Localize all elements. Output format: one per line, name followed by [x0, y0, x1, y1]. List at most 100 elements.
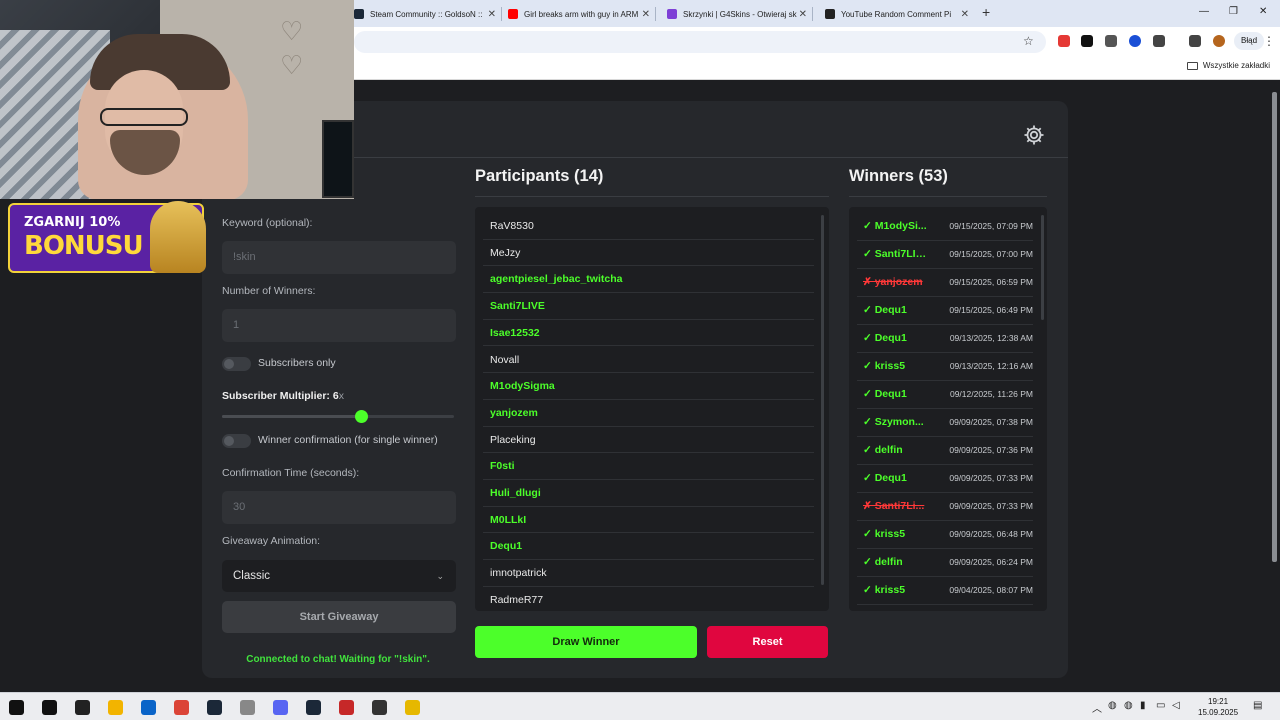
extension-icon[interactable]: [1081, 35, 1093, 47]
tab-separator: [655, 7, 656, 21]
taskbar-app-icon[interactable]: [405, 700, 420, 715]
participants-title: Participants (14): [475, 167, 604, 185]
tray-chevron-icon[interactable]: ︿: [1092, 700, 1102, 715]
webcam-monitor: [322, 120, 354, 198]
keyword-label: Keyword (optional):: [222, 217, 313, 229]
winners-title: Winners (53): [849, 167, 948, 185]
participants-divider: [475, 196, 829, 197]
winner-row: ✗ yanjozem 09/15/2025, 06:59 PM: [857, 269, 1033, 297]
steam-favicon-icon: [354, 9, 364, 19]
folder-icon: [1186, 61, 1198, 70]
winner-row: ✓ Dequ1 09/13/2025, 12:38 AM: [857, 325, 1033, 353]
notifications-icon[interactable]: ▤: [1253, 700, 1262, 711]
shield-extension-icon[interactable]: [1129, 35, 1141, 47]
taskbar-app-icon[interactable]: [174, 700, 189, 715]
confirmation-time-label: Confirmation Time (seconds):: [222, 467, 360, 479]
volume-icon[interactable]: ◁: [1172, 700, 1180, 711]
tray-app-icon[interactable]: ◍: [1124, 700, 1133, 711]
subscriber-multiplier-label: Subscriber Multiplier: 6x: [222, 390, 344, 402]
winner-timestamp: 09/15/2025, 07:00 PM: [949, 249, 1033, 259]
winner-row: ✓ M1odySi... 09/15/2025, 07:09 PM: [857, 213, 1033, 241]
reset-button[interactable]: Reset: [707, 626, 828, 658]
draw-winner-button[interactable]: Draw Winner: [475, 626, 697, 658]
slider-handle[interactable]: [355, 410, 369, 423]
microphone-icon[interactable]: ▮: [1140, 700, 1146, 711]
clock-time: 19:21: [1208, 697, 1229, 706]
winner-name: ✓ kriss5: [863, 528, 906, 540]
winners-list: ✓ M1odySi... 09/15/2025, 07:09 PM ✓ Santi7…: [849, 207, 1047, 611]
close-tab-icon[interactable]: ✕: [961, 9, 969, 20]
heart-decor-icon: ♡ ♡: [280, 16, 304, 80]
windows-start-icon[interactable]: [9, 700, 24, 715]
network-icon[interactable]: ▭: [1156, 700, 1165, 711]
profile-avatar-icon[interactable]: [1213, 35, 1225, 47]
comment-picker-favicon-icon: [825, 9, 835, 19]
close-tab-icon[interactable]: ✕: [799, 9, 807, 20]
close-tab-icon[interactable]: ✕: [488, 9, 496, 20]
page-scrollbar[interactable]: [1272, 92, 1277, 562]
browser-menu-icon[interactable]: ⋮: [1263, 34, 1275, 48]
winner-row: ✗ Santi7Li... 09/09/2025, 07:33 PM: [857, 493, 1033, 521]
keyword-input[interactable]: !skin: [222, 241, 456, 274]
participants-list: RaV8530 MeJzy agentpiesel_jebac_twitcha San…: [475, 207, 829, 611]
all-bookmarks-button[interactable]: Wszystkie zakładki: [1186, 61, 1270, 70]
participants-scrollbar[interactable]: [821, 215, 824, 585]
subscribers-only-toggle[interactable]: [222, 357, 251, 371]
close-tab-icon[interactable]: ✕: [642, 9, 650, 20]
start-giveaway-button[interactable]: Start Giveaway: [222, 601, 456, 633]
winner-timestamp: 09/09/2025, 07:33 PM: [949, 473, 1033, 483]
browser-tab[interactable]: Steam Community :: GoldsoN :: ✕: [354, 4, 502, 24]
reading-list-icon[interactable]: [1189, 35, 1201, 47]
bookmark-star-icon[interactable]: ☆: [1023, 34, 1034, 48]
minimize-button[interactable]: —: [1199, 6, 1209, 17]
winner-name: ✓ kriss5: [863, 360, 906, 372]
winner-timestamp: 09/09/2025, 07:33 PM: [949, 501, 1033, 511]
new-tab-button[interactable]: +: [982, 4, 990, 20]
taskbar-app-icon[interactable]: [273, 700, 288, 715]
profile-error-badge[interactable]: Błąd: [1234, 32, 1265, 50]
taskbar-app-icon[interactable]: [75, 700, 90, 715]
multiplier-text: Subscriber Multiplier: 6: [222, 390, 339, 402]
confirmation-time-input[interactable]: 30: [222, 491, 456, 524]
address-bar[interactable]: [354, 31, 1046, 53]
winners-scrollbar[interactable]: [1041, 215, 1044, 320]
taskbar-app-icon[interactable]: [141, 700, 156, 715]
close-window-button[interactable]: ✕: [1259, 6, 1267, 17]
extension-icon[interactable]: [1105, 35, 1117, 47]
chat-status-message: Connected to chat! Waiting for "!skin".: [246, 654, 430, 665]
tray-app-icon[interactable]: ◍: [1108, 700, 1117, 711]
taskbar-app-icon[interactable]: [372, 700, 387, 715]
winner-timestamp: 09/13/2025, 12:38 AM: [949, 333, 1033, 343]
puzzle-extensions-icon[interactable]: [1153, 35, 1165, 47]
participant-row: Dequ1: [483, 533, 814, 561]
participant-row: Huli_dlugi: [483, 480, 814, 507]
winner-confirmation-toggle[interactable]: [222, 434, 251, 448]
winners-count-label: Number of Winners:: [222, 285, 316, 297]
animation-select[interactable]: Classic ⌄: [222, 560, 456, 592]
taskbar-app-icon[interactable]: [42, 700, 57, 715]
adblock-extension-icon[interactable]: [1058, 35, 1070, 47]
participant-row: Isae12532: [483, 320, 814, 347]
taskbar-app-icon[interactable]: [306, 700, 321, 715]
winner-timestamp: 09/09/2025, 07:38 PM: [949, 417, 1033, 427]
browser-tab[interactable]: YouTube Random Comment Pi ✕: [825, 4, 969, 24]
browser-tab[interactable]: Girl breaks arm with guy in ARM ✕: [508, 4, 656, 24]
browser-tab[interactable]: Skrzynki | G4Skins - Otwieraj sk ✕: [667, 4, 813, 24]
winner-row: ✓ Santi7LIVE 09/15/2025, 07:00 PM: [857, 241, 1033, 269]
tab-separator: [501, 7, 502, 21]
taskbar-app-icon[interactable]: [108, 700, 123, 715]
tab-title: Skrzynki | G4Skins - Otwieraj sk: [683, 9, 797, 19]
subscriber-multiplier-slider[interactable]: [222, 410, 454, 423]
maximize-button[interactable]: ❐: [1229, 6, 1238, 17]
taskbar-app-icon[interactable]: [207, 700, 222, 715]
clock-date: 15.09.2025: [1198, 708, 1239, 717]
mascot-icon: [150, 201, 206, 273]
taskbar-app-icon[interactable]: [339, 700, 354, 715]
webcam-overlay: ♡ ♡: [0, 0, 354, 199]
taskbar-app-icon[interactable]: [240, 700, 255, 715]
winners-count-input[interactable]: 1: [222, 309, 456, 342]
participant-row: MeJzy: [483, 240, 814, 267]
all-bookmarks-label: Wszystkie zakładki: [1202, 61, 1270, 70]
taskbar-clock[interactable]: 19:21 15.09.2025: [1198, 696, 1238, 718]
settings-gear-icon[interactable]: [1022, 123, 1046, 147]
